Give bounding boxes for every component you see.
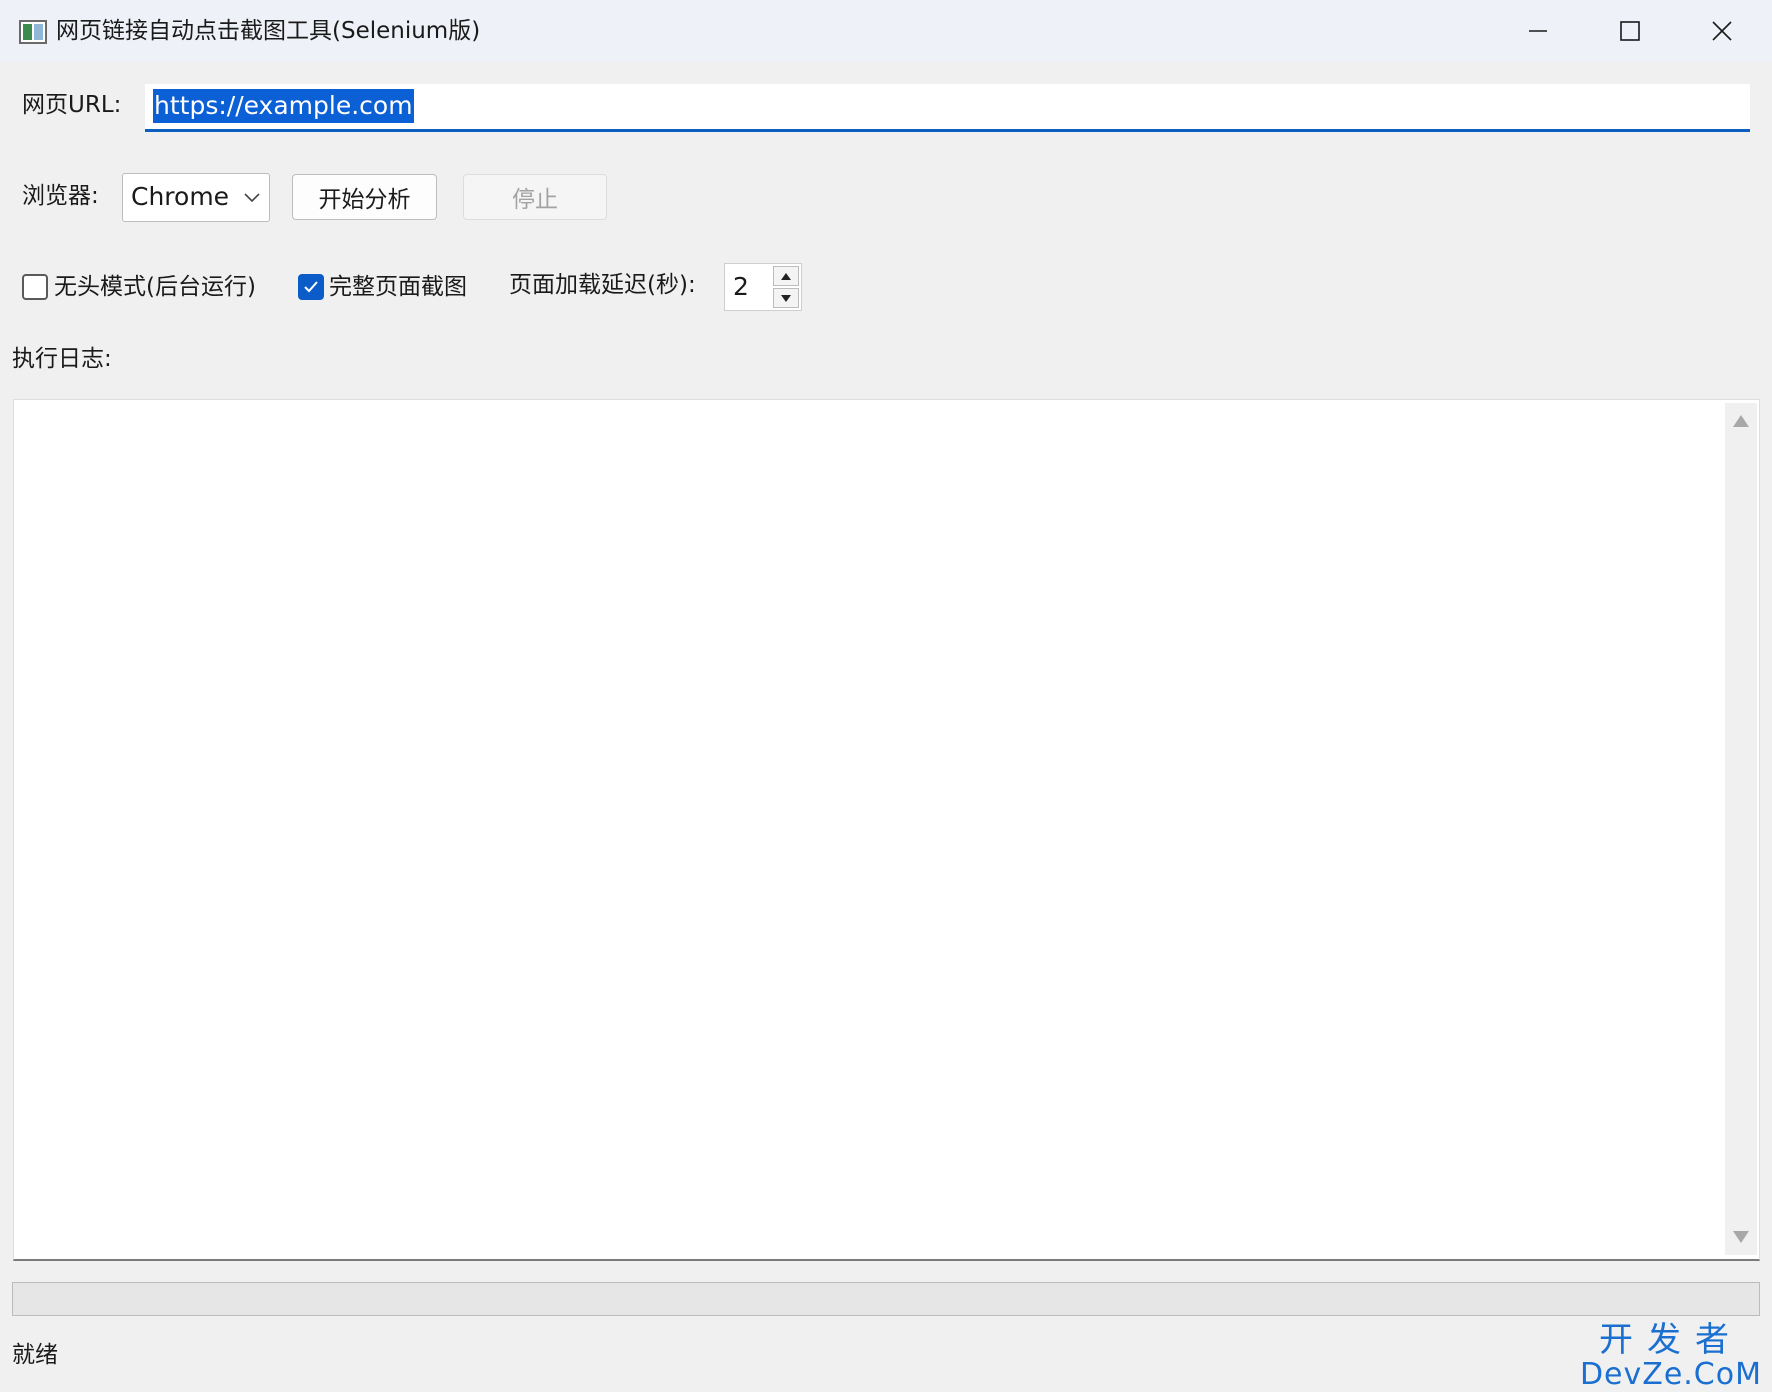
watermark-line1: 开发者 (1598, 1320, 1743, 1360)
scroll-up-icon[interactable] (1733, 415, 1749, 427)
stop-button[interactable]: 停止 (463, 174, 607, 220)
url-label: 网页URL: (22, 92, 122, 118)
arrow-up-icon (781, 272, 791, 280)
fullpage-label: 完整页面截图 (329, 274, 467, 300)
delay-value: 2 (733, 272, 749, 301)
app-icon (19, 20, 47, 44)
fullpage-checkbox[interactable] (298, 274, 324, 300)
url-input-value: https://example.com (153, 89, 414, 123)
headless-label: 无头模式(后台运行) (54, 274, 256, 300)
spin-up-button[interactable] (773, 266, 799, 286)
chevron-down-icon (244, 193, 260, 203)
title-bar[interactable]: 网页链接自动点击截图工具(Selenium版) (0, 0, 1772, 62)
window-title: 网页链接自动点击截图工具(Selenium版) (56, 18, 481, 44)
maximize-button[interactable] (1584, 0, 1676, 62)
log-textarea[interactable] (13, 399, 1760, 1261)
watermark-logo: 开发者 DevZe.CoM (1580, 1320, 1762, 1390)
spin-down-button[interactable] (773, 288, 799, 308)
log-scrollbar[interactable] (1725, 403, 1757, 1255)
maximize-icon (1620, 21, 1640, 41)
log-label: 执行日志: (12, 346, 112, 372)
headless-checkbox[interactable] (22, 274, 48, 300)
arrow-down-icon (781, 294, 791, 302)
browser-label: 浏览器: (22, 183, 99, 209)
delay-spinbox[interactable]: 2 (724, 263, 802, 311)
browser-select-value: Chrome (131, 182, 230, 211)
minimize-icon (1529, 30, 1547, 32)
app-window: 网页链接自动点击截图工具(Selenium版) 网页URL: https://e… (0, 0, 1772, 1390)
scroll-down-icon[interactable] (1733, 1231, 1749, 1243)
close-icon (1712, 21, 1732, 41)
check-icon (304, 281, 318, 293)
progress-bar (12, 1282, 1760, 1316)
minimize-button[interactable] (1492, 0, 1584, 62)
browser-select[interactable]: Chrome (122, 173, 270, 222)
status-label: 就绪 (12, 1342, 58, 1368)
close-button[interactable] (1676, 0, 1768, 62)
delay-label: 页面加载延迟(秒): (509, 272, 696, 298)
start-analysis-button[interactable]: 开始分析 (292, 174, 437, 220)
url-input[interactable]: https://example.com (145, 84, 1750, 132)
